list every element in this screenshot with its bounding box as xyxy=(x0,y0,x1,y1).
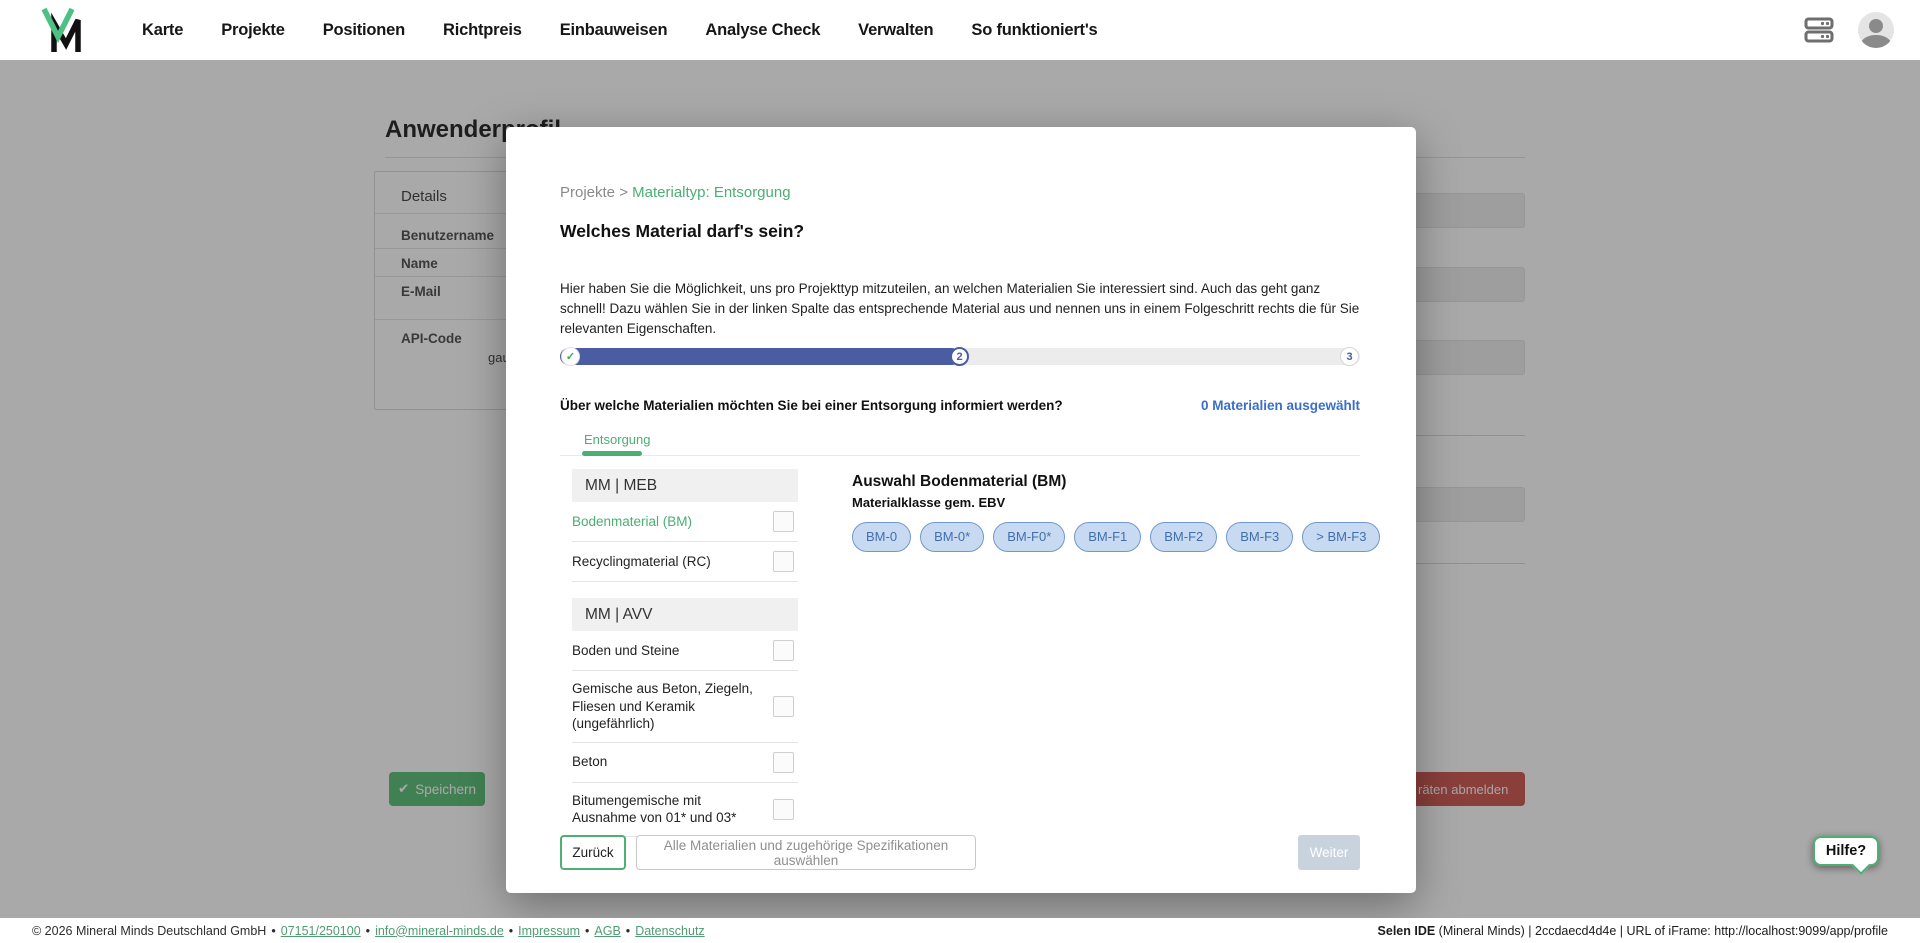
footer-system-info: Selen IDE (Mineral Minds) | 2ccdaecd4d4e… xyxy=(1378,924,1888,938)
server-icon[interactable] xyxy=(1804,16,1834,44)
material-row-gemische[interactable]: Gemische aus Beton, Ziegeln, Fliesen und… xyxy=(572,671,798,743)
footer-left: © 2026 Mineral Minds Deutschland GmbH • … xyxy=(32,924,705,938)
chip-bm-f2[interactable]: BM-F2 xyxy=(1150,522,1217,552)
tab-active-indicator xyxy=(582,451,642,456)
footer-link-agb[interactable]: AGB xyxy=(594,924,620,938)
material-row-boden-und-steine[interactable]: Boden und Steine xyxy=(572,631,798,671)
material-selection-modal: Projekte > Materialtyp: Entsorgung Welch… xyxy=(506,127,1416,893)
chip-bm-f0s[interactable]: BM-F0* xyxy=(993,522,1065,552)
system-info-rest: (Mineral Minds) | 2ccdaecd4d4e | URL of … xyxy=(1435,924,1888,938)
tab-entsorgung[interactable]: Entsorgung xyxy=(584,432,651,447)
material-row-recyclingmaterial[interactable]: Recyclingmaterial (RC) xyxy=(572,542,798,582)
footer-link-email[interactable]: info@mineral-minds.de xyxy=(375,924,504,938)
material-label: Boden und Steine xyxy=(572,642,773,660)
copyright-text: © 2026 Mineral Minds Deutschland GmbH xyxy=(32,924,266,938)
nav-item-richtpreis[interactable]: Richtpreis xyxy=(443,21,522,40)
selected-count-link[interactable]: 0 Materialien ausgewählt xyxy=(1201,398,1360,413)
mineral-minds-logo-icon[interactable] xyxy=(40,6,86,54)
selection-panel-title: Auswahl Bodenmaterial (BM) xyxy=(852,473,1362,491)
material-checkbox[interactable] xyxy=(773,640,794,661)
material-checkbox[interactable] xyxy=(773,551,794,572)
system-info-ide: Selen IDE xyxy=(1378,924,1436,938)
progress-bar: ✓ 2 3 xyxy=(560,348,1360,365)
nav-item-verwalten[interactable]: Verwalten xyxy=(858,21,933,40)
footer-link-datenschutz[interactable]: Datenschutz xyxy=(635,924,704,938)
material-row-bitumengemische[interactable]: Bitumengemische mit Ausnahme von 01* und… xyxy=(572,783,798,837)
chip-bm-f3[interactable]: BM-F3 xyxy=(1226,522,1293,552)
group-header-mm-meb: MM | MEB xyxy=(572,469,798,502)
modal-title: Welches Material darf's sein? xyxy=(560,221,804,242)
group-header-mm-avv: MM | AVV xyxy=(572,598,798,631)
user-avatar[interactable] xyxy=(1858,12,1894,48)
progress-step-1-done: ✓ xyxy=(561,347,580,366)
chip-bm-0s[interactable]: BM-0* xyxy=(920,522,984,552)
material-list: MM | MEB Bodenmaterial (BM) Recyclingmat… xyxy=(572,469,798,837)
material-checkbox[interactable] xyxy=(773,696,794,717)
footer-link-phone[interactable]: 07151/250100 xyxy=(281,924,361,938)
chip-bm-0[interactable]: BM-0 xyxy=(852,522,911,552)
material-label: Gemische aus Beton, Ziegeln, Fliesen und… xyxy=(572,680,773,733)
nav-item-analyse-check[interactable]: Analyse Check xyxy=(705,21,820,40)
material-checkbox[interactable] xyxy=(773,752,794,773)
nav-item-so-funktionierts[interactable]: So funktioniert's xyxy=(971,21,1097,40)
material-label: Recyclingmaterial (RC) xyxy=(572,553,773,571)
nav-item-karte[interactable]: Karte xyxy=(142,21,183,40)
nav-menu: Karte Projekte Positionen Richtpreis Ein… xyxy=(142,21,1098,40)
material-label: Beton xyxy=(572,753,773,771)
chip-bm-f1[interactable]: BM-F1 xyxy=(1074,522,1141,552)
navbar-right xyxy=(1804,12,1894,48)
material-checkbox[interactable] xyxy=(773,799,794,820)
select-all-button[interactable]: Alle Materialien und zugehörige Spezifik… xyxy=(636,835,976,870)
breadcrumb-projekte[interactable]: Projekte xyxy=(560,184,615,201)
tab-divider-line xyxy=(560,455,1360,456)
progress-step-3: 3 xyxy=(1340,347,1359,366)
selection-panel: Auswahl Bodenmaterial (BM) Materialklass… xyxy=(852,473,1362,552)
material-class-chips: BM-0 BM-0* BM-F0* BM-F1 BM-F2 BM-F3 > BM… xyxy=(852,522,1362,552)
back-button[interactable]: Zurück xyxy=(560,835,626,870)
material-checkbox[interactable] xyxy=(773,511,794,532)
material-row-beton[interactable]: Beton xyxy=(572,743,798,783)
breadcrumb-separator: > xyxy=(615,184,632,201)
breadcrumb-current: Materialtyp: Entsorgung xyxy=(632,184,790,201)
nav-item-einbauweisen[interactable]: Einbauweisen xyxy=(560,21,668,40)
nav-item-projekte[interactable]: Projekte xyxy=(221,21,285,40)
modal-question: Über welche Materialien möchten Sie bei … xyxy=(560,398,1063,413)
next-button-disabled[interactable]: Weiter xyxy=(1298,835,1360,870)
help-button[interactable]: Hilfe? xyxy=(1813,836,1879,866)
material-row-bodenmaterial[interactable]: Bodenmaterial (BM) xyxy=(572,502,798,542)
check-icon: ✓ xyxy=(566,350,575,363)
progress-step-2-current: 2 xyxy=(950,347,969,366)
breadcrumb: Projekte > Materialtyp: Entsorgung xyxy=(560,184,791,201)
selection-panel-subtitle: Materialklasse gem. EBV xyxy=(852,495,1362,510)
chip-gt-bm-f3[interactable]: > BM-F3 xyxy=(1302,522,1380,552)
top-navbar: Karte Projekte Positionen Richtpreis Ein… xyxy=(0,0,1920,60)
modal-description: Hier haben Sie die Möglichkeit, uns pro … xyxy=(560,279,1366,339)
footer-link-impressum[interactable]: Impressum xyxy=(518,924,580,938)
material-label: Bodenmaterial (BM) xyxy=(572,513,773,531)
page-footer: © 2026 Mineral Minds Deutschland GmbH • … xyxy=(0,918,1920,943)
progress-fill xyxy=(560,348,960,365)
material-label: Bitumengemische mit Ausnahme von 01* und… xyxy=(572,792,773,827)
nav-item-positionen[interactable]: Positionen xyxy=(323,21,405,40)
